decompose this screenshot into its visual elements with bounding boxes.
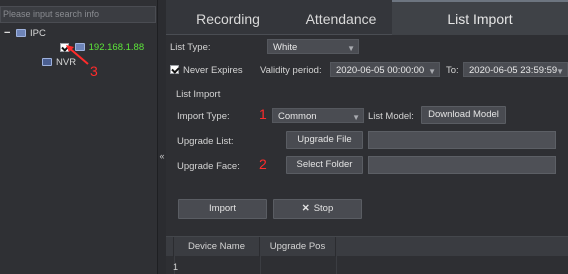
list-type-select[interactable]: White ▼ <box>267 39 359 54</box>
validity-to-select[interactable]: 2020-06-05 23:59:59 ▼ <box>463 62 568 77</box>
stop-button[interactable]: ✕ Stop <box>273 199 362 219</box>
tab-list-import[interactable]: List Import <box>392 0 568 35</box>
column-upgrade-pos[interactable]: Upgrade Pos <box>260 237 336 257</box>
table-divider <box>336 256 337 274</box>
tab-attendance[interactable]: Attendance <box>290 0 392 35</box>
validity-period-label: Validity period: <box>260 65 322 76</box>
list-type-label: List Type: <box>170 42 211 53</box>
validity-from-value: 2020-06-05 00:00:00 <box>336 65 425 76</box>
search-input[interactable]: Please input search info <box>0 6 156 23</box>
tree-item-ipc[interactable]: IPC <box>16 27 46 41</box>
list-type-value: White <box>273 42 298 53</box>
upgrade-list-label: Upgrade List: <box>177 136 234 147</box>
validity-from-select[interactable]: 2020-06-05 00:00:00 ▼ <box>330 62 440 77</box>
import-table-header: Device Name Upgrade Pos <box>166 236 568 257</box>
import-type-select[interactable]: Common ▼ <box>272 108 364 123</box>
import-type-value: Common <box>278 111 317 122</box>
collapse-toggle-icon[interactable]: − <box>4 28 14 39</box>
import-button[interactable]: Import <box>178 199 267 219</box>
upgrade-face-label: Upgrade Face: <box>177 161 240 172</box>
upgrade-file-path-field[interactable] <box>368 131 556 149</box>
list-import-panel: List Type: White ▼ Never Expires Validity… <box>166 35 568 274</box>
column-device-name[interactable]: Device Name <box>174 237 260 257</box>
stop-icon: ✕ <box>301 203 310 214</box>
annotation-2: 2 <box>259 156 267 172</box>
import-type-label: Import Type: <box>177 111 230 122</box>
table-divider <box>260 256 261 274</box>
device-tree-panel: Please input search info − IPC 192.168.1… <box>0 0 158 274</box>
annotation-arrow-icon <box>66 45 89 65</box>
never-expires-check[interactable] <box>170 64 179 74</box>
tab-bar: Recording Attendance List Import <box>166 0 568 35</box>
never-expires-checkbox[interactable] <box>170 64 179 75</box>
device-icon <box>16 29 26 38</box>
chevron-down-icon: ▼ <box>428 67 436 76</box>
tab-recording[interactable]: Recording <box>166 0 290 35</box>
tree-item-ipc-label: IPC <box>30 28 46 39</box>
annotation-1: 1 <box>259 106 267 122</box>
collapse-panel-arrow-icon[interactable]: « <box>158 150 166 162</box>
chevron-down-icon: ▼ <box>556 67 564 76</box>
import-button-label: Import <box>209 203 236 214</box>
list-import-section-title: List Import <box>176 89 221 100</box>
annotation-3: 3 <box>90 63 98 79</box>
stop-button-label: Stop <box>313 203 334 214</box>
never-expires-label: Never Expires <box>183 65 243 76</box>
device-ip-label: 192.168.1.88 <box>88 42 145 53</box>
chevron-down-icon: ▼ <box>347 44 355 53</box>
upgrade-file-button[interactable]: Upgrade File <box>286 131 363 149</box>
nvr-icon <box>42 58 52 67</box>
list-model-label: List Model: <box>368 111 414 122</box>
table-row-number: 1 <box>173 262 179 272</box>
table-corner-cell <box>166 237 174 257</box>
chevron-down-icon: ▼ <box>352 113 360 122</box>
validity-to-value: 2020-06-05 23:59:59 <box>469 65 558 76</box>
select-folder-button[interactable]: Select Folder <box>286 156 363 174</box>
to-label: To: <box>446 65 459 76</box>
download-model-button[interactable]: Download Model <box>421 106 506 124</box>
face-folder-path-field[interactable] <box>368 156 556 174</box>
